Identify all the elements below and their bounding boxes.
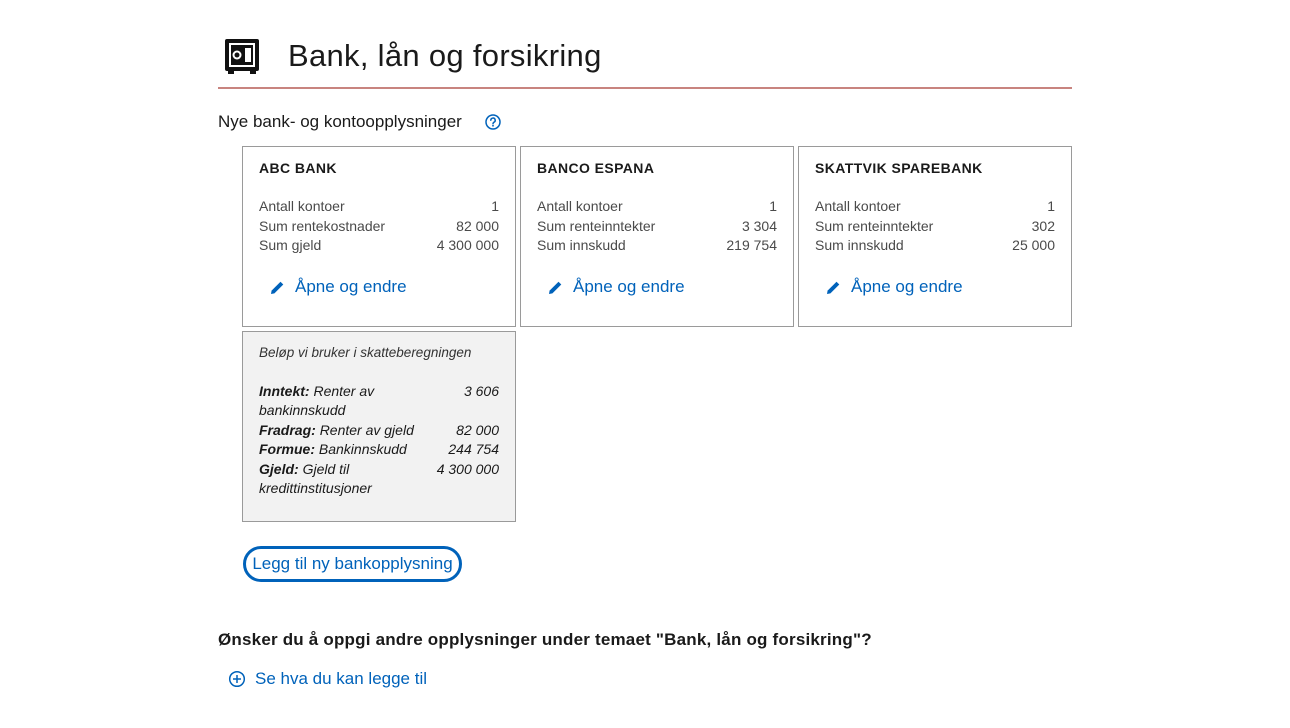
row-value: 1 xyxy=(491,198,499,214)
page-title: Bank, lån og forsikring xyxy=(288,38,602,73)
tax-row: Fradrag: Renter av gjeld 82 000 xyxy=(259,421,499,440)
tax-row: Inntekt: Renter av bankinnskudd 3 606 xyxy=(259,382,499,420)
row-value: 219 754 xyxy=(726,237,777,253)
tax-row-value: 4 300 000 xyxy=(436,460,499,477)
section-label: Nye bank- og kontoopplysninger xyxy=(218,112,462,131)
row-value: 25 000 xyxy=(1012,237,1055,253)
bank-summary: Antall kontoer 1 Sum renteinntekter 3 304 … xyxy=(537,197,777,256)
tax-row-label: Inntekt: Renter av bankinnskudd xyxy=(259,382,429,420)
row-value: 1 xyxy=(769,198,777,214)
question-circle-icon[interactable] xyxy=(484,113,502,131)
row-value: 302 xyxy=(1031,217,1055,234)
bank-name: SKATTVIK SPAREBANK xyxy=(815,160,983,176)
row-value: 1 xyxy=(1047,198,1055,214)
summary-row: Antall kontoer 1 xyxy=(815,197,1055,217)
tax-row-key: Gjeld: xyxy=(259,460,299,477)
tax-caption: Beløp vi bruker i skatteberegningen xyxy=(259,345,472,360)
summary-row: Antall kontoer 1 xyxy=(537,197,777,217)
tax-row-key: Inntekt: xyxy=(259,383,310,399)
safe-icon xyxy=(224,38,260,74)
page-header: Bank, lån og forsikring xyxy=(218,36,1072,90)
row-label: Sum renteinntekter xyxy=(815,217,934,234)
summary-row: Sum innskudd 219 754 xyxy=(537,236,777,256)
row-label: Sum rentekostnader xyxy=(259,217,386,234)
bank-name: BANCO ESPANA xyxy=(537,160,655,176)
tax-row-key: Formue: xyxy=(259,441,315,457)
tax-row-label: Gjeld: Gjeld til kredittinstitusjoner xyxy=(259,460,429,498)
summary-row: Sum gjeld 4 300 000 xyxy=(259,236,499,256)
pencil-icon xyxy=(549,281,562,294)
row-value: 4 300 000 xyxy=(436,237,499,253)
tax-row: Gjeld: Gjeld til kredittinstitusjoner 4 … xyxy=(259,460,499,498)
bank-summary: Antall kontoer 1 Sum rentekostnader 82 000… xyxy=(259,197,499,256)
bank-card: SKATTVIK SPAREBANK Antall kontoer 1 Sum r… xyxy=(798,146,1072,327)
tax-row-value: 82 000 xyxy=(456,421,499,438)
edit-link-label: Åpne og endre xyxy=(573,277,685,296)
row-label: Sum innskudd xyxy=(537,237,626,253)
tax-calculation-box: Beløp vi bruker i skatteberegningen Innt… xyxy=(242,331,516,522)
edit-link-label: Åpne og endre xyxy=(295,277,407,296)
tax-row-value: 244 754 xyxy=(448,441,499,457)
see-more-label: Se hva du kan legge til xyxy=(255,669,428,688)
tax-row-text: Renter av gjeld xyxy=(319,421,414,438)
tax-row-label: Formue: Bankinnskudd xyxy=(259,440,407,459)
open-edit-link[interactable]: Åpne og endre xyxy=(269,277,407,297)
row-value: 3 304 xyxy=(741,217,777,234)
add-bank-info-button[interactable]: Legg til ny bankopplysning xyxy=(243,546,462,582)
summary-row: Sum rentekostnader 82 000 xyxy=(259,217,499,237)
row-label: Antall kontoer xyxy=(259,198,345,214)
summary-row: Antall kontoer 1 xyxy=(259,197,499,217)
tax-rows: Inntekt: Renter av bankinnskudd 3 606 Fr… xyxy=(259,382,499,498)
summary-row: Sum innskudd 25 000 xyxy=(815,236,1055,256)
plus-circle-icon xyxy=(228,670,246,688)
summary-row: Sum renteinntekter 302 xyxy=(815,217,1055,237)
header-divider xyxy=(218,87,1072,89)
open-edit-link[interactable]: Åpne og endre xyxy=(547,277,685,297)
section-header: Nye bank- og kontoopplysninger xyxy=(218,111,502,133)
row-label: Sum renteinntekter xyxy=(537,217,656,234)
row-label: Sum gjeld xyxy=(259,237,322,253)
edit-link-label: Åpne og endre xyxy=(851,277,963,296)
see-what-to-add-link[interactable]: Se hva du kan legge til xyxy=(228,669,427,689)
row-label: Antall kontoer xyxy=(815,198,901,214)
other-info-question: Ønsker du å oppgi andre opplysninger und… xyxy=(218,630,872,649)
row-label: Antall kontoer xyxy=(537,198,623,214)
tax-row-value: 3 606 xyxy=(463,383,499,399)
open-edit-link[interactable]: Åpne og endre xyxy=(825,277,963,297)
tax-row: Formue: Bankinnskudd 244 754 xyxy=(259,440,499,459)
row-value: 82 000 xyxy=(456,217,499,234)
pencil-icon xyxy=(827,281,840,294)
bank-name: ABC BANK xyxy=(259,160,337,176)
pencil-icon xyxy=(271,281,284,294)
row-label: Sum innskudd xyxy=(815,237,904,253)
tax-row-label: Fradrag: Renter av gjeld xyxy=(259,421,414,440)
summary-row: Sum renteinntekter 3 304 xyxy=(537,217,777,237)
tax-row-key: Fradrag: xyxy=(259,421,316,438)
bank-card: BANCO ESPANA Antall kontoer 1 Sum rentein… xyxy=(520,146,794,327)
bank-summary: Antall kontoer 1 Sum renteinntekter 302 Su… xyxy=(815,197,1055,256)
tax-row-text: Bankinnskudd xyxy=(318,441,407,457)
bank-card: ABC BANK Antall kontoer 1 Sum rentekostna… xyxy=(242,146,516,327)
